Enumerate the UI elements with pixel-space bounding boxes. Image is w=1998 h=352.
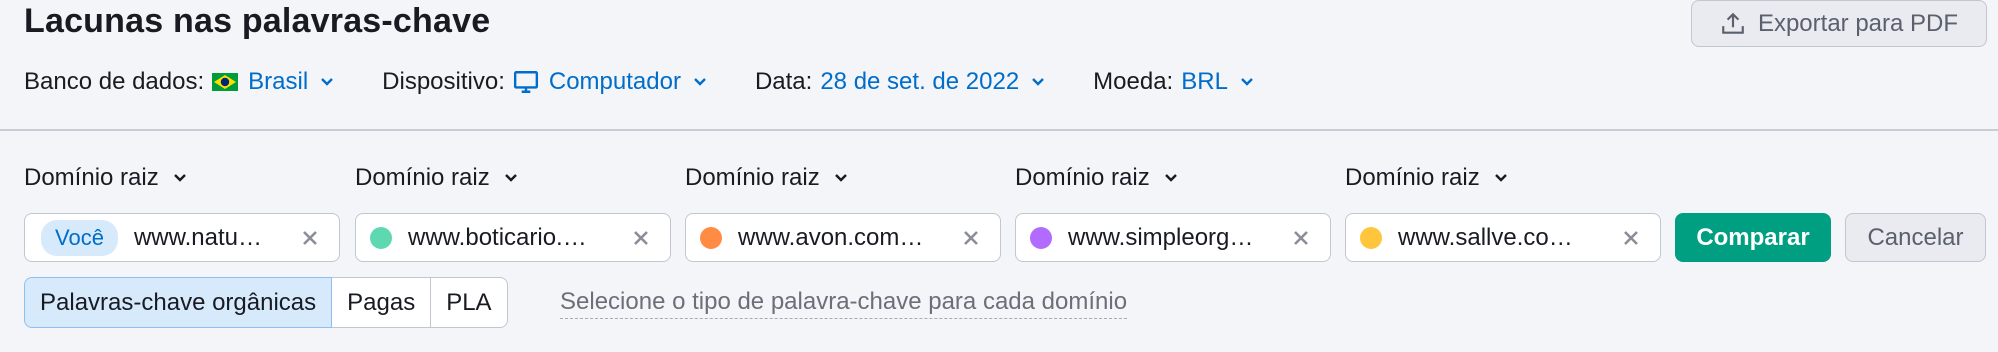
domain-type-label: Domínio raiz xyxy=(24,164,159,191)
domain-type-dropdown[interactable]: Domínio raiz xyxy=(24,164,187,192)
domain-input-you[interactable]: Você www.natu… xyxy=(24,213,340,262)
date-label: Data: xyxy=(754,68,813,95)
domain-type-label: Domínio raiz xyxy=(355,164,490,191)
color-dot xyxy=(700,226,722,249)
domain-value: www.boticario.… xyxy=(408,223,587,251)
keyword-type-pla[interactable]: PLA xyxy=(431,277,508,328)
domain-type-dropdown[interactable]: Domínio raiz xyxy=(685,164,848,192)
domain-input-competitor[interactable]: www.sallve.co… xyxy=(1345,213,1661,262)
domain-type-dropdown[interactable]: Domínio raiz xyxy=(355,164,518,192)
device-label: Dispositivo: xyxy=(382,68,505,95)
close-icon[interactable] xyxy=(960,227,982,249)
chevron-down-icon xyxy=(834,174,847,182)
date-filter[interactable]: Data: 28 de set. de 2022 xyxy=(755,68,1045,96)
close-icon[interactable] xyxy=(630,227,652,249)
close-icon[interactable] xyxy=(299,227,321,249)
chevron-down-icon xyxy=(321,78,334,86)
color-dot xyxy=(370,226,392,249)
chevron-down-icon xyxy=(1494,174,1507,182)
chevron-down-icon xyxy=(1032,78,1045,86)
you-badge: Você xyxy=(41,219,118,256)
chevron-down-icon xyxy=(173,174,186,182)
domain-type-label: Domínio raiz xyxy=(1015,164,1150,191)
currency-label: Moeda: xyxy=(1093,68,1174,95)
close-icon[interactable] xyxy=(1290,227,1312,249)
domain-value: www.sallve.co… xyxy=(1398,223,1573,251)
cancel-button[interactable]: Cancelar xyxy=(1845,213,1986,262)
domain-value: www.simpleorg… xyxy=(1068,223,1254,251)
domain-input-competitor[interactable]: www.simpleorg… xyxy=(1015,213,1331,262)
keyword-type-paid[interactable]: Pagas xyxy=(332,277,432,328)
chevron-down-icon xyxy=(504,174,517,182)
monitor-icon xyxy=(513,71,538,93)
chevron-down-icon xyxy=(1164,174,1177,182)
export-label: Exportar para PDF xyxy=(1757,9,1959,37)
domain-input-competitor[interactable]: www.avon.com… xyxy=(685,213,1001,262)
currency-value: BRL xyxy=(1181,68,1228,95)
close-icon[interactable] xyxy=(1620,227,1642,249)
color-dot xyxy=(1030,226,1052,249)
domain-type-label: Domínio raiz xyxy=(1345,164,1480,191)
device-value: Computador xyxy=(548,68,681,95)
upload-icon xyxy=(1722,12,1744,34)
database-label: Banco de dados: xyxy=(24,68,205,95)
database-value: Brasil xyxy=(248,68,309,95)
keyword-type-organic[interactable]: Palavras-chave orgânicas xyxy=(24,277,333,328)
date-value: 28 de set. de 2022 xyxy=(820,68,1020,95)
compare-button[interactable]: Comparar xyxy=(1675,213,1831,262)
chevron-down-icon xyxy=(1241,78,1253,86)
chevron-down-icon xyxy=(694,78,706,86)
page-title: Lacunas nas palavras-chave xyxy=(24,2,491,40)
brazil-flag-icon xyxy=(212,73,239,91)
keyword-type-hint[interactable]: Selecione o tipo de palavra-chave para c… xyxy=(560,288,1128,319)
domain-type-label: Domínio raiz xyxy=(685,164,820,191)
database-filter[interactable]: Banco de dados: Brasil xyxy=(24,68,334,96)
color-dot xyxy=(1360,226,1382,249)
domain-type-dropdown[interactable]: Domínio raiz xyxy=(1015,164,1178,192)
domain-value: www.natu… xyxy=(133,223,262,251)
export-pdf-button[interactable]: Exportar para PDF xyxy=(1691,0,1987,47)
filter-bar: Banco de dados: Brasil Dispositivo: Comp… xyxy=(24,64,1302,100)
device-filter[interactable]: Dispositivo: Computador xyxy=(382,68,707,96)
domain-value: www.avon.com… xyxy=(738,223,924,251)
keyword-type-selector: Palavras-chave orgânicas Pagas PLA xyxy=(24,277,508,328)
domain-type-dropdown[interactable]: Domínio raiz xyxy=(1345,164,1508,192)
section-divider xyxy=(0,129,1998,131)
currency-filter[interactable]: Moeda: BRL xyxy=(1093,68,1254,96)
domain-input-competitor[interactable]: www.boticario.… xyxy=(355,213,671,262)
